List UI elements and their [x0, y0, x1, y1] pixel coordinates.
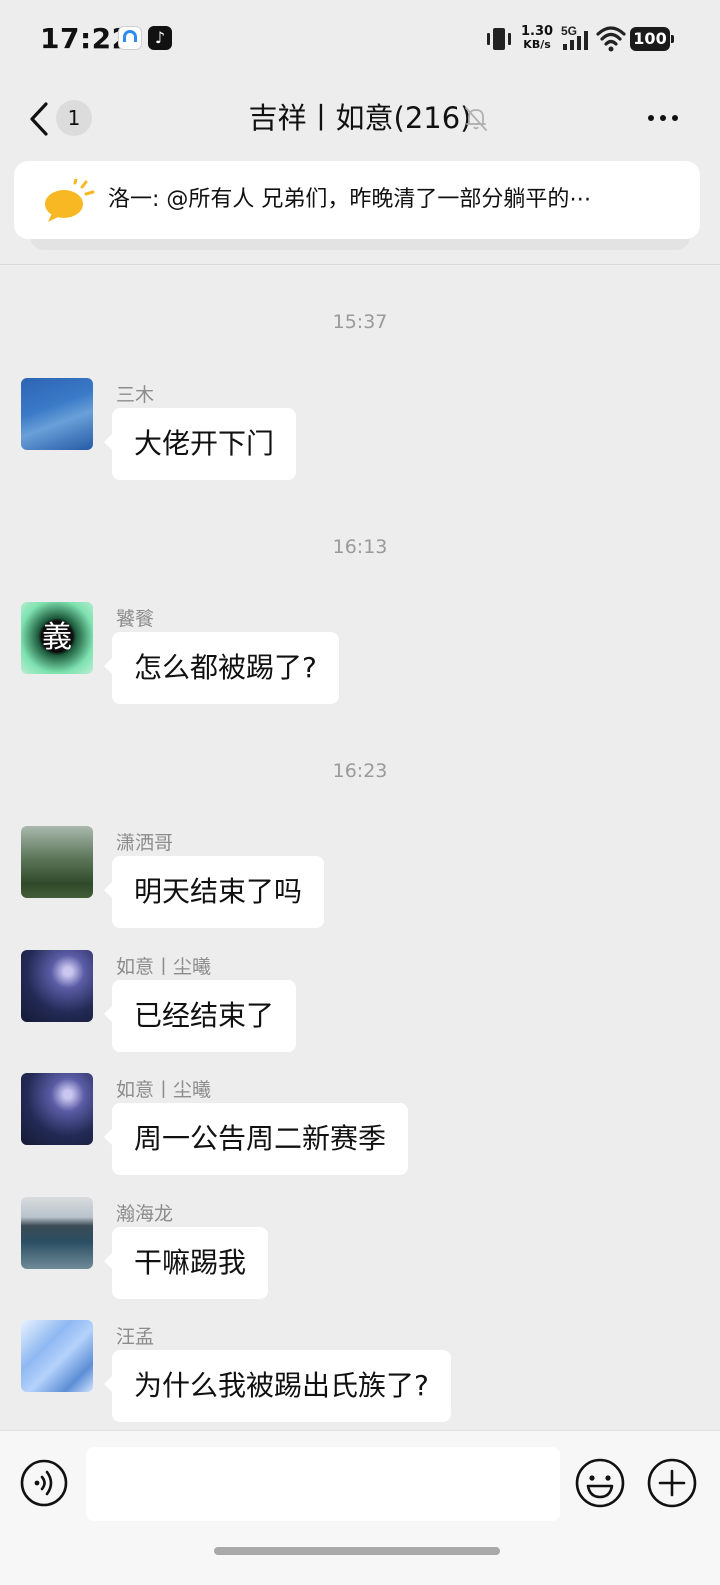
- message-row: 義 饕餮 怎么都被踢了?: [0, 602, 720, 712]
- message-bubble[interactable]: 干嘛踢我: [103, 1227, 269, 1299]
- home-indicator[interactable]: [214, 1547, 500, 1555]
- voice-icon[interactable]: [20, 1459, 68, 1507]
- speed-unit: KB/s: [523, 38, 551, 51]
- sender-name: 潇洒哥: [116, 832, 174, 854]
- message-bubble[interactable]: 怎么都被踢了?: [104, 632, 339, 704]
- chat-title: 吉祥丨如意(216): [248, 101, 472, 135]
- message-row: 瀚海龙 干嘛踢我: [0, 1197, 720, 1307]
- timestamp: 15:37: [332, 311, 388, 333]
- message-bubble[interactable]: 周一公告周二新赛季: [103, 1103, 409, 1175]
- chat-header: 1 吉祥丨如意(216): [0, 78, 720, 162]
- notice-text: 洛一: @所有人 兄弟们，昨晚清了一部分躺平的⋯: [108, 187, 592, 212]
- message-bubble[interactable]: 已经结束了: [103, 980, 297, 1052]
- sender-name: 如意丨尘曦: [116, 1079, 212, 1101]
- emoji-icon[interactable]: [574, 1457, 626, 1509]
- message-bubble[interactable]: 明天结束了吗: [103, 856, 325, 928]
- avatar[interactable]: [21, 1197, 93, 1269]
- avatar[interactable]: [21, 1320, 93, 1392]
- chat-input-bar: [0, 1430, 720, 1585]
- header-divider: [0, 264, 720, 265]
- timestamp: 16:23: [332, 760, 388, 782]
- tiktok-icon: ♪: [148, 26, 172, 50]
- avatar-glyph: 義: [42, 620, 72, 655]
- sender-name: 三木: [116, 384, 155, 406]
- announcement-icon: [45, 179, 95, 222]
- avatar[interactable]: [21, 826, 93, 898]
- status-bar: 17:22 ♪ 1.30 KB/s 5G 100: [0, 0, 720, 78]
- message-input[interactable]: [86, 1447, 560, 1521]
- network-speed: 1.30 KB/s: [521, 25, 553, 51]
- speed-value: 1.30: [521, 24, 554, 39]
- message-row: 潇洒哥 明天结束了吗: [0, 826, 720, 936]
- sender-name: 汪孟: [116, 1326, 155, 1348]
- timestamp: 16:13: [332, 536, 388, 558]
- sender-name: 如意丨尘曦: [116, 956, 212, 978]
- network-type-label: 5G: [561, 24, 577, 38]
- message-row: 如意丨尘曦 已经结束了: [0, 950, 720, 1060]
- avatar[interactable]: [21, 950, 93, 1022]
- sender-name: 瀚海龙: [116, 1203, 174, 1225]
- message-row: 汪孟 为什么我被踢出氏族了?: [0, 1320, 720, 1430]
- avatar[interactable]: [21, 378, 93, 450]
- battery-indicator: 100: [630, 27, 674, 51]
- group-notice-card[interactable]: 洛一: @所有人 兄弟们，昨晚清了一部分躺平的⋯: [14, 161, 700, 239]
- plus-icon[interactable]: [646, 1457, 698, 1509]
- vibrate-icon: [487, 28, 511, 50]
- message-row: 三木 大佬开下门: [0, 378, 720, 488]
- message-bubble[interactable]: 为什么我被踢出氏族了?: [104, 1350, 451, 1422]
- message-row: 如意丨尘曦 周一公告周二新赛季: [0, 1073, 720, 1183]
- sender-name: 饕餮: [116, 608, 155, 630]
- wifi-icon: [596, 26, 626, 52]
- cellular-signal-icon: 5G: [561, 24, 588, 50]
- message-bubble[interactable]: 大佬开下门: [103, 408, 297, 480]
- avatar[interactable]: 義: [21, 602, 93, 674]
- notification-app-icon: [118, 26, 142, 50]
- more-icon[interactable]: [646, 106, 686, 130]
- mute-bell-icon: [465, 107, 487, 131]
- avatar[interactable]: [21, 1073, 93, 1145]
